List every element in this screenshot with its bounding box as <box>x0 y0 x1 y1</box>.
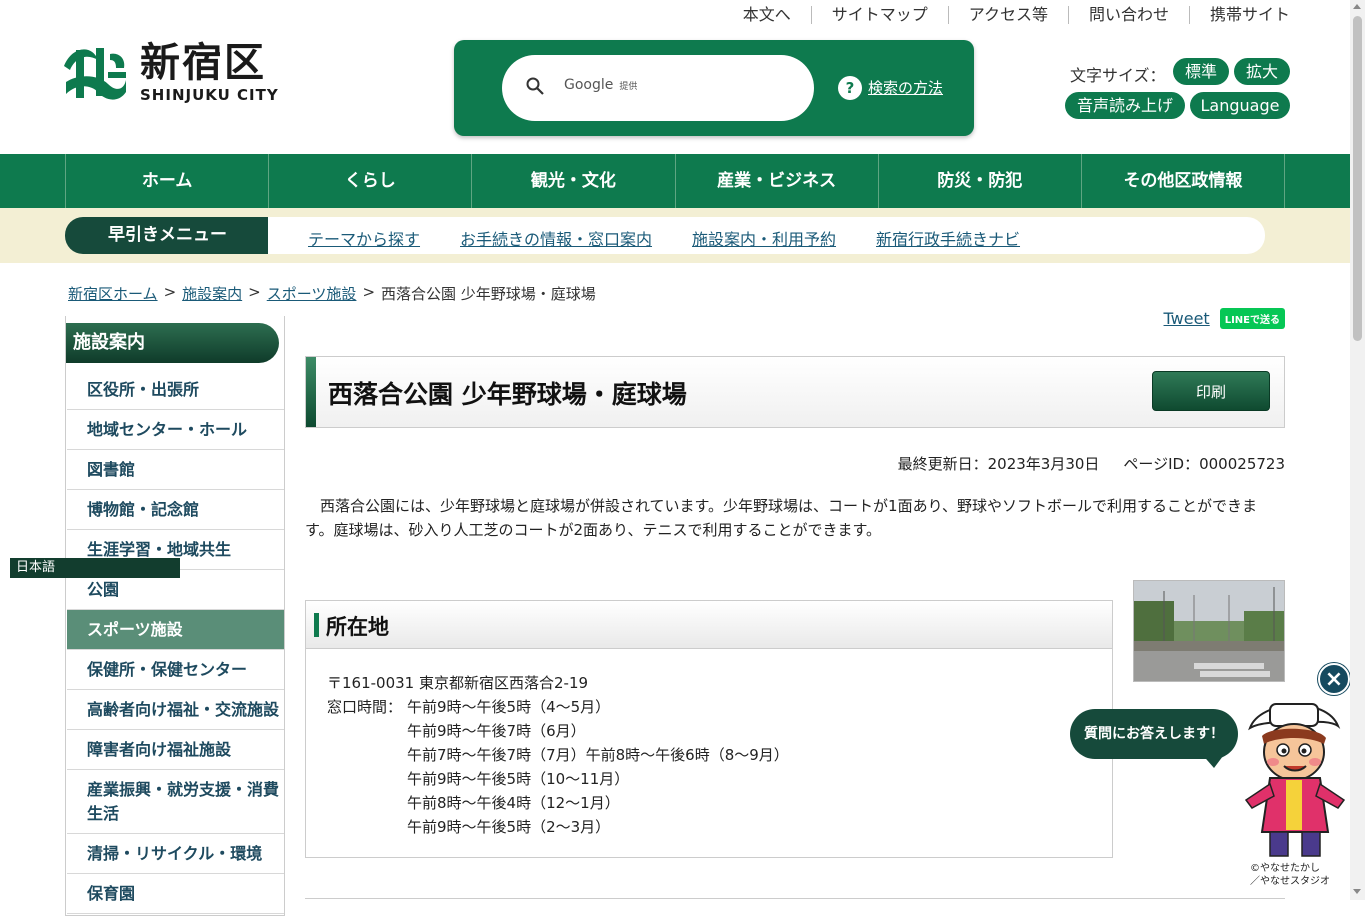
language-button[interactable]: Language <box>1190 92 1290 119</box>
park-photo-image <box>1134 581 1284 681</box>
mascot-character-icon[interactable] <box>1240 692 1350 862</box>
social-share: Tweet LINEで送る <box>1164 308 1285 329</box>
text-size-standard-button[interactable]: 標準 <box>1173 58 1229 85</box>
hours-row: 午前9時～午後5時（2～3月） <box>407 818 611 836</box>
sidebar-item-industry-employment[interactable]: 産業振興・就労支援・消費生活 <box>67 770 284 834</box>
sidebar-item-elderly-welfare[interactable]: 高齢者向け福祉・交流施設 <box>67 690 284 730</box>
location-heading: 所在地 <box>326 615 389 639</box>
next-section-divider <box>305 898 1285 902</box>
page-title-box: 西落合公園 少年野球場・庭球場 印刷 <box>305 356 1285 428</box>
page-scrollbar[interactable] <box>1350 0 1365 900</box>
site-logo[interactable]: 新宿区 SHINJUKU CITY <box>58 38 288 108</box>
sidebar-item-community-centers[interactable]: 地域センター・ホール <box>67 410 284 450</box>
hours-row: 午前9時～午後5時（4～5月） <box>407 698 611 716</box>
last-updated: 最終更新日：2023年3月30日 <box>897 455 1100 473</box>
sidebar-title: 施設案内 <box>66 323 279 363</box>
text-size-large-button[interactable]: 拡大 <box>1234 58 1290 85</box>
print-button[interactable]: 印刷 <box>1152 371 1270 411</box>
heading-accent-bar <box>314 613 319 637</box>
sidebar-item-nursery[interactable]: 保育園 <box>67 874 284 914</box>
shinjuku-emblem-icon <box>64 48 126 100</box>
quick-menu-links: テーマから探す お手続きの情報・窓口案内 施設案内・利用予約 新宿行政手続きナビ <box>268 217 1265 254</box>
logo-subtitle: SHINJUKU CITY <box>140 86 279 104</box>
hours-row: 午前9時～午後5時（10～11月） <box>407 770 630 788</box>
help-icon[interactable]: ? <box>838 76 862 100</box>
global-nav: ホーム くらし 観光・文化 産業・ビジネス 防災・防犯 その他区政情報 <box>0 154 1350 208</box>
nav-industry-business[interactable]: 産業・ビジネス <box>676 154 879 208</box>
breadcrumb-facilities[interactable]: 施設案内 <box>182 283 242 304</box>
nav-home[interactable]: ホーム <box>66 154 270 208</box>
breadcrumb-separator: > <box>163 283 177 301</box>
nav-other-government-info[interactable]: その他区政情報 <box>1082 154 1286 208</box>
nav-living[interactable]: くらし <box>269 154 473 208</box>
quick-menu-title: 早引きメニュー <box>65 217 270 254</box>
park-photo[interactable] <box>1133 580 1285 682</box>
sidebar-item-sports[interactable]: スポーツ施設 <box>67 610 284 650</box>
line-share-button[interactable]: LINEで送る <box>1219 308 1285 329</box>
hours-row: 午前7時～午後7時（7月）午前8時～午後6時（8～9月） <box>407 746 789 764</box>
hours-row: 午前9時～午後7時（6月） <box>407 722 586 740</box>
intro-text: 西落合公園には、少年野球場と庭球場が併設されています。少年野球場は、コートが1面… <box>305 497 1258 539</box>
sidebar-item-disability-welfare[interactable]: 障害者向け福祉施設 <box>67 730 284 770</box>
provided-label: 提供 <box>619 82 638 92</box>
text-size-label: 文字サイズ： <box>1070 66 1166 85</box>
site-header: 本文へ サイトマップ アクセス等 問い合わせ 携帯サイト 新宿区 SHINJUK… <box>0 0 1350 154</box>
page-title: 西落合公園 少年野球場・庭球場 <box>328 380 687 409</box>
sitemap-link[interactable]: サイトマップ <box>810 6 948 24</box>
hours-label: 窓口時間： <box>327 698 403 716</box>
quick-menu: 早引きメニュー テーマから探す お手続きの情報・窓口案内 施設案内・利用予約 新… <box>0 208 1350 263</box>
search-help-link[interactable]: 検索の方法 <box>868 77 943 98</box>
contact-link[interactable]: 問い合わせ <box>1067 6 1189 24</box>
scroll-up-arrow-icon[interactable] <box>1353 4 1361 9</box>
location-section: 所在地 〒161-0031 東京都新宿区西落合2-19 窓口時間： 午前9時～午… <box>305 600 1113 858</box>
quick-link-admin-navi[interactable]: 新宿行政手続きナビ <box>876 226 1020 250</box>
page-meta: 最終更新日：2023年3月30日 ページID：000025723 <box>898 453 1285 474</box>
quick-link-procedures[interactable]: お手続きの情報・窓口案内 <box>460 226 652 250</box>
credit-line: ©やなせたかし <box>1250 863 1320 874</box>
close-icon[interactable]: × <box>1318 663 1350 695</box>
scrollbar-thumb[interactable] <box>1353 16 1362 341</box>
sidebar: 施設案内 区役所・出張所 地域センター・ホール 図書館 博物館・記念館 生涯学習… <box>65 316 285 916</box>
logo-title: 新宿区 <box>140 40 266 86</box>
title-accent-bar <box>306 357 316 427</box>
credit-line: ／やなせスタジオ <box>1250 876 1330 887</box>
nav-disaster-crime-prevention[interactable]: 防災・防犯 <box>879 154 1082 208</box>
sidebar-item-ward-offices[interactable]: 区役所・出張所 <box>67 370 284 410</box>
google-brand-label: Google 提供 <box>564 77 637 93</box>
quick-link-facilities[interactable]: 施設案内・利用予約 <box>692 226 836 250</box>
sidebar-item-museums[interactable]: 博物館・記念館 <box>67 490 284 530</box>
scroll-down-arrow-icon[interactable] <box>1353 889 1361 894</box>
main-content: Tweet LINEで送る 西落合公園 少年野球場・庭球場 印刷 最終更新日：2… <box>305 300 1285 900</box>
sidebar-item-health-centers[interactable]: 保健所・保健センター <box>67 650 284 690</box>
search-input[interactable]: Google 提供 <box>502 55 814 121</box>
breadcrumb-separator: > <box>248 283 261 301</box>
skip-to-content-link[interactable]: 本文へ <box>723 6 811 24</box>
mascot-credit: ©やなせたかし ／やなせスタジオ <box>1250 862 1330 888</box>
page-id: ページID：000025723 <box>1123 455 1285 473</box>
utility-nav: 本文へ サイトマップ アクセス等 問い合わせ 携帯サイト <box>723 6 1290 24</box>
hours-row: 午前8時～午後4時（12～1月） <box>407 794 620 812</box>
language-selector[interactable]: 日本語 <box>10 558 180 578</box>
quick-link-theme[interactable]: テーマから探す <box>308 226 420 250</box>
google-label: Google <box>564 77 614 93</box>
address: 〒161-0031 東京都新宿区西落合2-19 <box>327 674 589 692</box>
tweet-link[interactable]: Tweet <box>1164 309 1210 328</box>
voice-read-button[interactable]: 音声読み上げ <box>1065 92 1185 119</box>
breadcrumb-home[interactable]: 新宿区ホーム <box>68 283 158 304</box>
mobile-site-link[interactable]: 携帯サイト <box>1188 6 1290 24</box>
chat-bubble-tail <box>1200 752 1226 768</box>
access-link[interactable]: アクセス等 <box>947 6 1068 24</box>
location-heading-box: 所在地 <box>306 601 1112 649</box>
sidebar-item-libraries[interactable]: 図書館 <box>67 450 284 490</box>
nav-tourism-culture[interactable]: 観光・文化 <box>472 154 676 208</box>
search-panel: Google 提供 ? 検索の方法 <box>454 40 974 136</box>
hours-list: 午前9時～午後5時（4～5月） 午前9時～午後7時（6月） 午前7時～午後7時（… <box>407 695 789 839</box>
sidebar-list: 区役所・出張所 地域センター・ホール 図書館 博物館・記念館 生涯学習・地域共生… <box>66 370 284 914</box>
sidebar-item-recycling-environment[interactable]: 清掃・リサイクル・環境 <box>67 834 284 874</box>
search-icon <box>526 77 544 95</box>
